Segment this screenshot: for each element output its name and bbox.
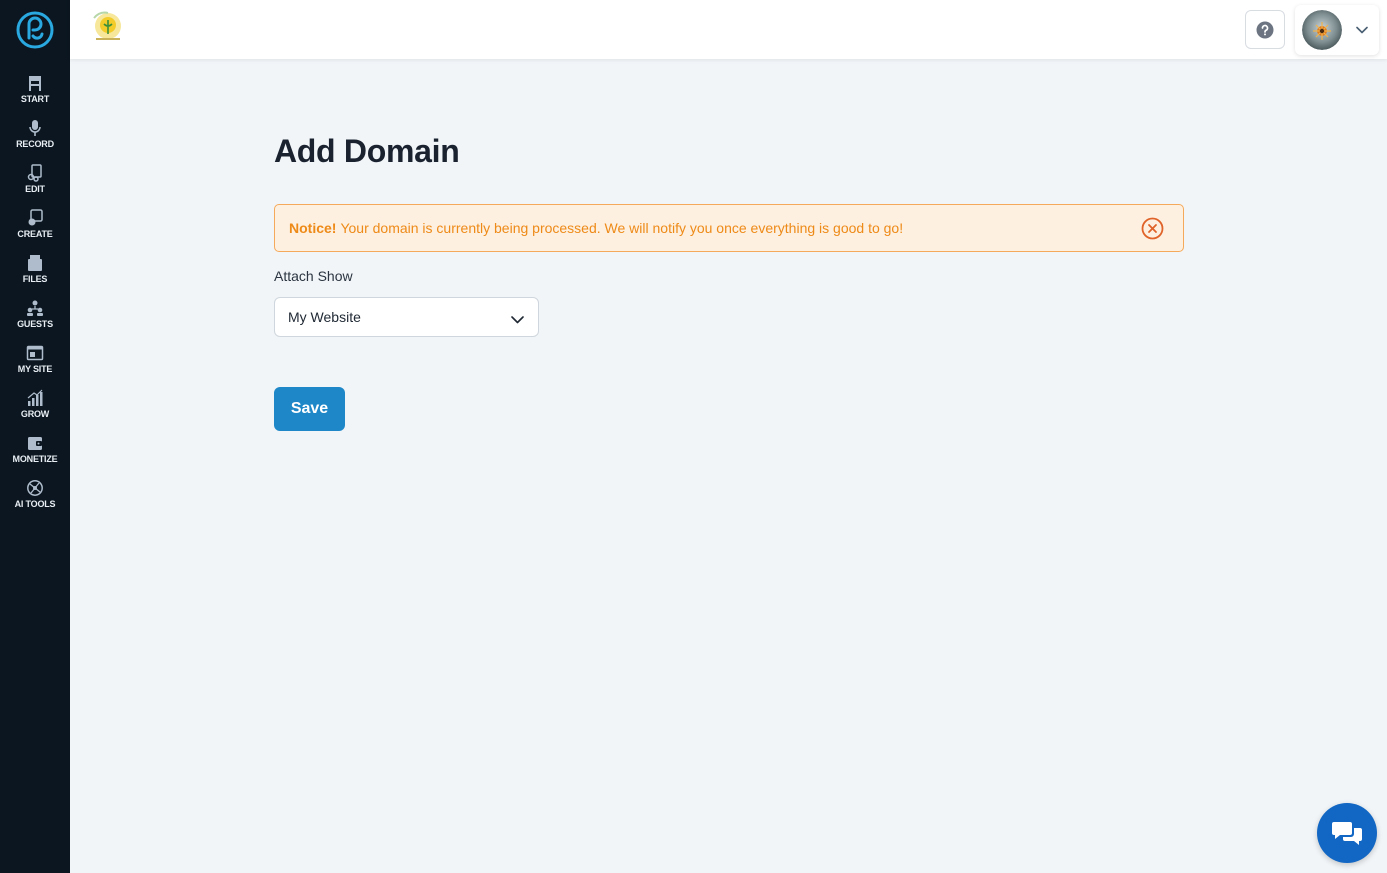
- avatar: [1302, 10, 1342, 50]
- chevron-down-icon: [1356, 21, 1368, 39]
- microphone-icon: [29, 120, 41, 136]
- files-icon: [28, 255, 42, 271]
- sidebar-item-label: EDIT: [25, 184, 45, 194]
- sidebar-item-ai-tools[interactable]: AI TOOLS: [0, 479, 70, 524]
- guests-icon: [27, 300, 43, 316]
- sidebar-item-label: FILES: [22, 274, 48, 284]
- attach-show-label: Attach Show: [274, 268, 353, 284]
- profile-menu-button[interactable]: [1295, 5, 1379, 55]
- sidebar-item-edit[interactable]: EDIT: [0, 164, 70, 209]
- sidebar-item-create[interactable]: CREATE: [0, 209, 70, 254]
- chat-icon: [1332, 822, 1362, 845]
- sidebar-item-my-site[interactable]: MY SITE: [0, 344, 70, 389]
- grow-icon: [27, 389, 43, 406]
- monetize-icon: [28, 437, 42, 450]
- sidebar-item-grow[interactable]: GROW: [0, 389, 70, 434]
- chevron-down-icon: [511, 311, 524, 327]
- notice-label: Notice!: [289, 220, 337, 236]
- create-icon: [28, 209, 43, 226]
- start-icon: [29, 76, 41, 91]
- notice-banner: Notice! Your domain is currently being p…: [274, 204, 1184, 252]
- notice-message: Your domain is currently being processed…: [340, 220, 904, 236]
- sidebar: START RECORD EDIT CREATE FILES GUESTS MY…: [0, 0, 70, 873]
- close-circle-icon: [1141, 217, 1164, 240]
- sidebar-item-label: GROW: [20, 409, 50, 419]
- sidebar-item-label: RECORD: [16, 139, 54, 149]
- help-button[interactable]: [1245, 10, 1285, 49]
- close-notice-button[interactable]: [1141, 217, 1164, 240]
- organization-logo[interactable]: [90, 10, 126, 46]
- sidebar-nav: START RECORD EDIT CREATE FILES GUESTS MY…: [0, 74, 70, 524]
- sidebar-item-record[interactable]: RECORD: [0, 119, 70, 164]
- attach-show-select[interactable]: My Website: [274, 297, 539, 337]
- my-site-icon: [26, 345, 44, 361]
- sidebar-item-monetize[interactable]: MONETIZE: [0, 434, 70, 479]
- sidebar-item-label: MONETIZE: [12, 454, 58, 464]
- sidebar-item-label: MY SITE: [17, 364, 53, 374]
- sidebar-item-files[interactable]: FILES: [0, 254, 70, 299]
- sidebar-item-label: GUESTS: [17, 319, 53, 329]
- save-button[interactable]: Save: [274, 387, 345, 431]
- edit-icon: [27, 164, 42, 182]
- question-circle-icon: [1256, 21, 1274, 38]
- ai-tools-icon: [27, 480, 43, 496]
- sidebar-item-label: CREATE: [17, 229, 53, 239]
- sidebar-item-guests[interactable]: GUESTS: [0, 299, 70, 344]
- chat-widget-button[interactable]: [1317, 803, 1377, 863]
- sidebar-item-label: AI TOOLS: [14, 499, 56, 509]
- attach-show-selected-value: My Website: [288, 309, 361, 325]
- top-bar: [70, 0, 1387, 59]
- sidebar-item-start[interactable]: START: [0, 74, 70, 119]
- page-title: Add Domain: [274, 133, 460, 169]
- brand-logo[interactable]: [15, 10, 55, 50]
- sidebar-item-label: START: [20, 94, 50, 104]
